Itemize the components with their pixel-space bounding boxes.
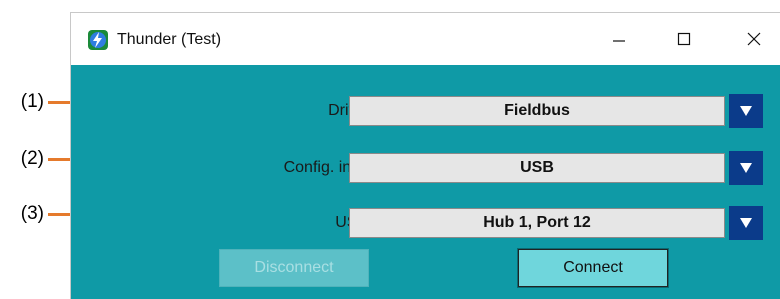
callout-2: (2) [20,148,44,169]
disconnect-button[interactable]: Disconnect [219,249,369,287]
triangle-down-icon [740,106,752,116]
callout-3: (3) [20,203,44,224]
drive-type-dropdown-button[interactable] [729,94,763,128]
thunder-app-icon [87,29,109,51]
callout-1: (1) [20,91,44,112]
minimize-button[interactable] [596,17,642,61]
connect-button[interactable]: Connect [517,248,669,288]
maximize-button[interactable] [661,17,707,61]
maximize-icon [677,32,691,46]
drive-type-select[interactable]: Fieldbus [349,96,725,126]
config-interface-dropdown-button[interactable] [729,151,763,185]
config-interface-select[interactable]: USB [349,153,725,183]
window-title: Thunder (Test) [117,31,222,48]
close-button[interactable] [731,17,777,61]
client-area: Drive type : Fieldbus Config. interface … [71,65,780,299]
triangle-down-icon [740,218,752,228]
close-icon [747,32,761,46]
usb-port-dropdown-button[interactable] [729,206,763,240]
minimize-icon [613,40,625,42]
app-window: Thunder (Test) Drive type : Fieldbus Con… [70,12,780,299]
usb-port-select[interactable]: Hub 1, Port 12 [349,208,725,238]
triangle-down-icon [740,163,752,173]
title-bar[interactable]: Thunder (Test) [71,13,780,65]
